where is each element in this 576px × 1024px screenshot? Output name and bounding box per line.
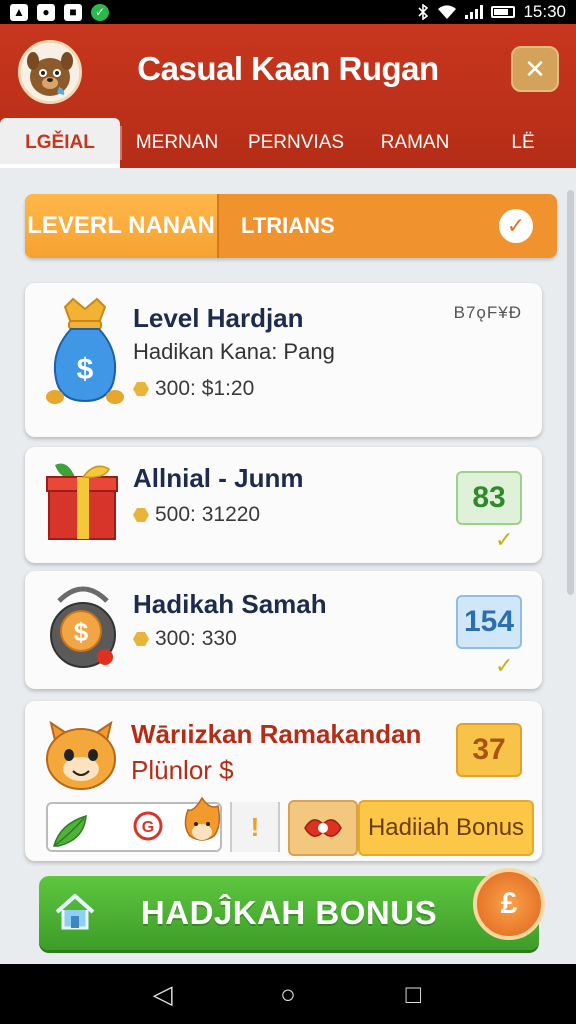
- list-item[interactable]: $ Hadikah Samah 300: 330 154 ✓: [25, 571, 542, 689]
- tab-label: PERNVIAS: [247, 132, 345, 153]
- card-meta-value: 300: 330: [155, 627, 237, 650]
- card-meta-value: 500: 31220: [155, 503, 261, 526]
- coin-icon: [133, 508, 149, 522]
- badge-icon: G: [133, 811, 163, 841]
- bluetooth-icon: [418, 4, 429, 20]
- bonus-label: Hadiiah Bonus: [367, 814, 525, 841]
- fox-icon: [184, 796, 221, 841]
- notification-icon: ✓: [91, 3, 109, 21]
- tab-label: LGĚIAL: [25, 132, 95, 153]
- home-icon: [55, 894, 95, 930]
- app-title: Casual Kaan Rugan: [137, 50, 439, 87]
- list-item[interactable]: Allnial - Junm 500: 31220 83 ✓: [25, 447, 542, 563]
- tab-raman[interactable]: RAMAN: [360, 118, 470, 168]
- notification-icon: ▲: [10, 3, 28, 21]
- recents-button[interactable]: □: [393, 974, 433, 1014]
- list-item[interactable]: $ Level Hardjan Hadikan Kana: Pang 300: …: [25, 283, 542, 437]
- status-left: ▲ ● ■ ✓: [10, 3, 109, 21]
- cat-face-icon: [43, 715, 127, 811]
- card-title: Wārıizkan Ramakandan: [131, 719, 422, 749]
- app-header: Casual Kaan Rugan ✕ LGĚIAL MERNAN PERNVI…: [0, 24, 576, 168]
- money-bag-icon: $: [43, 297, 127, 404]
- clock: 15:30: [523, 2, 566, 21]
- cta-label: HADĴKAH BONUS: [140, 894, 438, 931]
- svg-text:$: $: [77, 353, 94, 386]
- exclaim-icon: !: [250, 811, 260, 842]
- coin-icon: [133, 632, 149, 646]
- close-button[interactable]: ✕: [511, 46, 559, 92]
- bonus-badge-icon[interactable]: £: [473, 868, 545, 940]
- notification-icon: ●: [37, 3, 55, 21]
- tab-label: RAMAN: [380, 132, 450, 153]
- battery-icon: [491, 6, 516, 18]
- bonus-button[interactable]: Hadiiah Bonus: [358, 800, 534, 856]
- filter-left-label: LEVERL NANAN: [27, 212, 215, 239]
- notification-icon: ■: [64, 3, 82, 21]
- tab-bar: LGĚIAL MERNAN PERNVIAS RAMAN LË: [0, 118, 576, 168]
- filter-left-button[interactable]: LEVERL NANAN: [25, 194, 219, 258]
- status-right: 15:30: [417, 2, 566, 22]
- reward-pill[interactable]: G: [46, 796, 222, 852]
- svg-text:$: $: [74, 617, 89, 647]
- check-icon[interactable]: ✓: [499, 209, 533, 243]
- gift-box-icon: [45, 461, 129, 557]
- back-button[interactable]: ◁: [143, 974, 183, 1014]
- card-meta: 300: $1:20: [133, 377, 254, 401]
- tick-icon: ✓: [495, 527, 514, 552]
- filter-bar: LEVERL NANAN LTRIANS ✓: [25, 194, 557, 258]
- nav-bar: ◁ ○ □: [0, 964, 576, 1024]
- card-meta: 500: 31220: [133, 503, 260, 527]
- tab-lgiial[interactable]: LGĚIAL: [0, 118, 120, 168]
- status-bar: ▲ ● ■ ✓ 15:30: [0, 0, 576, 24]
- exclaim-marker: !: [230, 802, 280, 852]
- claim-icon-button[interactable]: [288, 800, 358, 856]
- tab-mernan[interactable]: MERNAN: [122, 118, 232, 168]
- score-badge: 37: [456, 723, 522, 777]
- tick-icon: ✓: [495, 653, 514, 678]
- svg-text:G: G: [142, 819, 154, 836]
- tab-label: LË: [511, 132, 535, 153]
- score-badge: 154: [456, 595, 522, 649]
- coin-icon: [133, 382, 149, 396]
- tab-label: MERNAN: [135, 132, 219, 153]
- tab-pernvias[interactable]: PERNVIAS: [232, 118, 360, 168]
- scrollbar[interactable]: [567, 190, 574, 595]
- leaf-icon: [53, 814, 87, 847]
- card-title: Level Hardjan: [133, 303, 304, 333]
- hadikah-bonus-button[interactable]: HADĴKAH BONUS £: [39, 868, 545, 950]
- card-code: B7ǫF¥Đ: [453, 303, 522, 322]
- ribbon-icon: [304, 819, 342, 837]
- card-subtitle: Hadikan Kana: Pang: [133, 339, 335, 364]
- card-meta-value: 300: $1:20: [155, 377, 255, 400]
- coin-pot-icon: $: [45, 581, 129, 677]
- card-title: Hadikah Samah: [133, 589, 327, 619]
- card-subtitle: Plünlor $: [131, 755, 234, 785]
- card-title: Allnial - Junm: [133, 463, 304, 493]
- home-button[interactable]: ○: [268, 974, 308, 1014]
- filter-right-label: LTRIANS: [241, 213, 335, 238]
- bonus-row: G ! Hadiiah Bonus: [46, 796, 534, 858]
- card-meta: 300: 330: [133, 627, 237, 651]
- score-badge: 83: [456, 471, 522, 525]
- wifi-icon: [438, 4, 457, 19]
- tab-le[interactable]: LË: [470, 118, 576, 168]
- signal-icon: [465, 5, 484, 19]
- close-icon: ✕: [524, 53, 546, 84]
